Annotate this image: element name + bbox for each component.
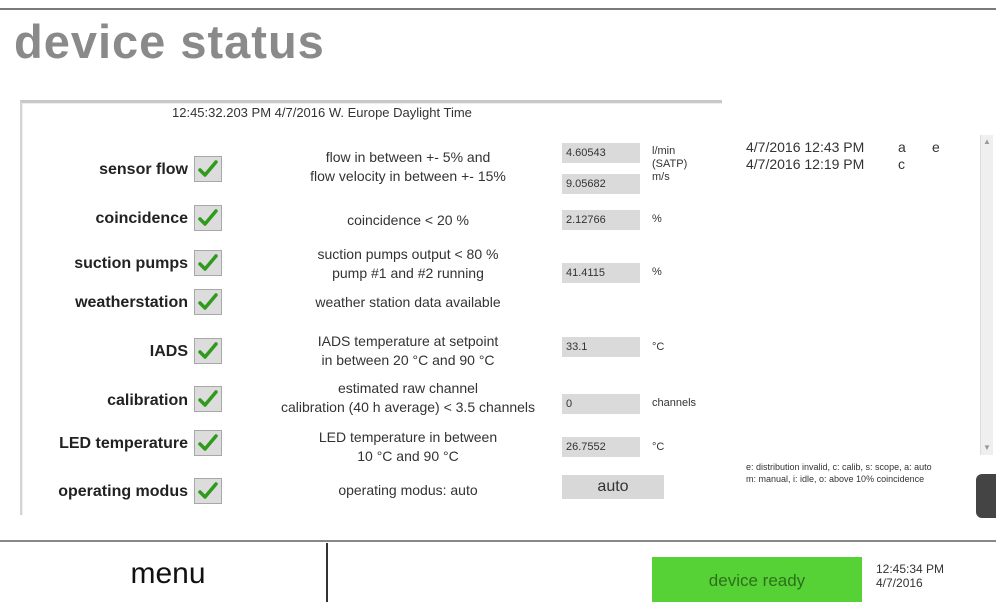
log-scrollbar[interactable]: ▲ ▼ — [980, 135, 993, 455]
operating-modus-check[interactable] — [194, 478, 222, 504]
checkmark-icon — [198, 434, 218, 451]
footer-clock: 12:45:34 PM 4/7/2016 — [876, 562, 945, 590]
panel-timestamp: 12:45:32.203 PM 4/7/2016 W. Europe Dayli… — [172, 105, 472, 120]
checkmark-icon — [198, 209, 218, 226]
row-label-led-temperature: LED temperature — [59, 435, 188, 452]
desc-suction-pumps: suction pumps output < 80 % pump #1 and #… — [317, 246, 499, 281]
top-divider — [0, 8, 996, 10]
led-temperature-check[interactable] — [194, 430, 222, 456]
event-log[interactable]: 4/7/2016 12:43 PM a e 4/7/2016 12:19 PM c — [746, 139, 940, 173]
row-label-coincidence: coincidence — [95, 210, 188, 227]
desc-sensor-flow: flow in between +- 5% and flow velocity i… — [310, 149, 506, 184]
iads-check[interactable] — [194, 338, 222, 364]
desc-calibration: estimated raw channel calibration (40 h a… — [280, 380, 536, 415]
value-suction-pumps: 41.4115 — [562, 263, 640, 283]
unit-flow: l/min (SATP) m/s — [652, 145, 688, 183]
unit-led-temperature: °C — [652, 441, 665, 453]
suction-pumps-check[interactable] — [194, 250, 222, 276]
footer-divider — [0, 540, 996, 542]
unit-iads: °C — [652, 341, 665, 353]
calibration-check[interactable] — [194, 386, 222, 412]
value-coincidence: 2.12766 — [562, 210, 640, 230]
row-label-weatherstation: weatherstation — [75, 294, 188, 311]
device-ready-status[interactable]: device ready — [652, 557, 862, 602]
row-label-calibration: calibration — [107, 392, 188, 409]
checkmark-icon — [198, 482, 218, 499]
checkmark-icon — [198, 342, 218, 359]
operating-mode-value[interactable]: auto — [562, 475, 664, 499]
side-tab[interactable] — [976, 474, 996, 518]
row-label-iads: IADS — [149, 343, 188, 360]
menu-button[interactable]: menu — [10, 543, 328, 602]
log-legend: e: distribution invalid, c: calib, s: sc… — [746, 462, 932, 484]
coincidence-check[interactable] — [194, 205, 222, 231]
scroll-up-icon[interactable]: ▲ — [982, 135, 992, 149]
unit-coincidence: % — [652, 213, 662, 225]
desc-coincidence: coincidence < 20 % — [347, 212, 469, 228]
log-entry: 4/7/2016 12:43 PM a e — [746, 139, 940, 155]
desc-operating-modus: operating modus: auto — [338, 482, 478, 498]
desc-weatherstation: weather station data available — [315, 294, 501, 310]
checkmark-icon — [198, 254, 218, 271]
row-label-operating-modus: operating modus — [58, 483, 188, 500]
value-flow-velocity: 9.05682 — [562, 174, 640, 194]
log-entry: 4/7/2016 12:19 PM c — [746, 156, 905, 172]
checkmark-icon — [198, 293, 218, 310]
value-iads: 33.1 — [562, 337, 640, 357]
value-calibration: 0 — [562, 394, 640, 414]
desc-led-temperature: LED temperature in between 10 °C and 90 °… — [318, 429, 498, 464]
scroll-down-icon[interactable]: ▼ — [982, 441, 992, 455]
checkmark-icon — [198, 390, 218, 407]
unit-suction-pumps: % — [652, 266, 662, 278]
sensor-flow-check[interactable] — [194, 156, 222, 182]
row-label-suction-pumps: suction pumps — [74, 255, 188, 272]
unit-calibration: channels — [652, 397, 697, 409]
weatherstation-check[interactable] — [194, 289, 222, 315]
value-led-temperature: 26.7552 — [562, 437, 640, 457]
desc-iads: IADS temperature at setpoint in between 2… — [317, 333, 499, 368]
row-label-sensor-flow: sensor flow — [99, 161, 188, 178]
value-flow: 4.60543 — [562, 143, 640, 163]
checkmark-icon — [198, 160, 218, 177]
page-title: device status — [14, 15, 325, 68]
